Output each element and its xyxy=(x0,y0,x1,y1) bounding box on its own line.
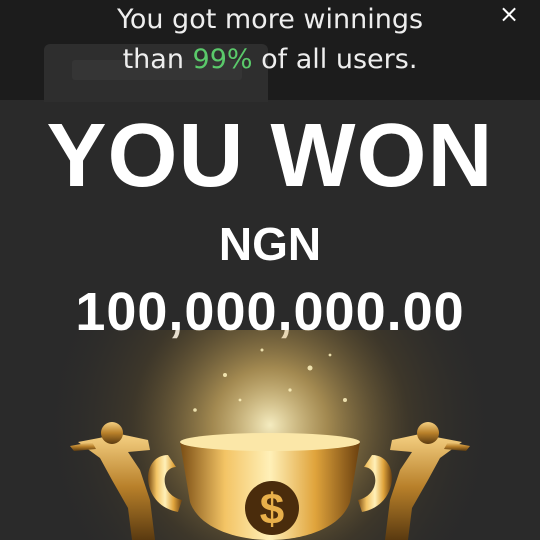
close-icon[interactable]: × xyxy=(494,0,524,30)
currency-label: NGN xyxy=(218,218,322,270)
trophy-illustration: $ xyxy=(0,330,540,540)
you-won-headline: YOU WON xyxy=(46,106,494,206)
winnings-percent: 99% xyxy=(192,44,253,75)
winnings-notice-line2: than 99% of all users. xyxy=(0,40,540,80)
winnings-notice-line1: You got more winnings xyxy=(116,4,424,35)
winnings-notice-suffix: of all users. xyxy=(252,44,418,75)
winnings-notice-prefix: than xyxy=(122,44,193,75)
winnings-notice: You got more winnings than 99% of all us… xyxy=(0,0,540,80)
svg-text:$: $ xyxy=(260,485,284,534)
dollar-icon: $ xyxy=(245,481,299,535)
